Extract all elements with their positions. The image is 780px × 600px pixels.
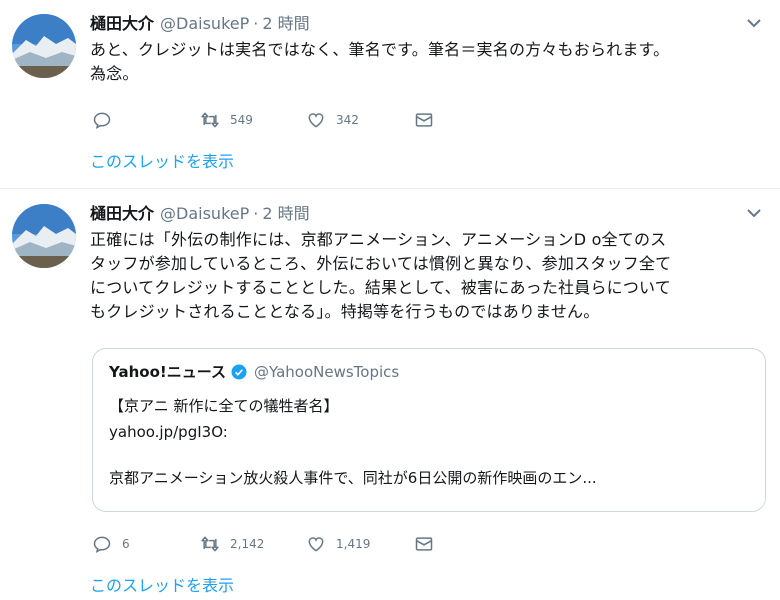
reply-button[interactable] xyxy=(92,108,122,132)
user-handle[interactable]: @DaisukeP xyxy=(160,14,249,33)
like-icon xyxy=(306,534,326,554)
reply-icon xyxy=(92,534,112,554)
tweet-text-line: もクレジットされることとなる」。特掲等を行うものではありません。 xyxy=(90,302,600,321)
like-count: 1,419 xyxy=(336,537,371,551)
tweet-header: 樋田大介 @DaisukeP · 2 時間 xyxy=(90,12,310,36)
tweet-text-line: あと、クレジットは実名ではなく、筆名です。筆名＝実名の方々もおられます。 xyxy=(90,40,670,59)
retweet-count: 549 xyxy=(230,113,253,127)
message-icon xyxy=(414,110,434,130)
retweet-count: 2,142 xyxy=(230,537,265,551)
like-icon xyxy=(306,110,326,130)
show-thread-link[interactable]: このスレッドを表示 xyxy=(90,148,234,172)
tweet-actions: 549 342 xyxy=(92,108,452,132)
quoted-user-handle: @YahooNewsTopics xyxy=(254,362,400,381)
reply-icon xyxy=(92,110,112,130)
tweet-text-line: についてクレジットすることとした。結果として、被害にあった社員らについて xyxy=(90,278,671,297)
verified-icon xyxy=(231,364,247,379)
quoted-tweet-link: yahoo.jp/pgI3O: xyxy=(109,423,228,441)
quoted-tweet-headline: 【京アニ 新作に全ての犠牲者名】 xyxy=(109,397,339,415)
separator-dot: · xyxy=(253,14,259,33)
retweet-icon xyxy=(200,534,220,554)
reply-button[interactable]: 6 xyxy=(92,532,130,556)
tweet[interactable]: 樋田大介 @DaisukeP · 2 時間 あと、クレジットは実名ではなく、筆名です。… xyxy=(0,0,780,190)
retweet-icon xyxy=(200,110,220,130)
tweet-text: あと、クレジットは実名ではなく、筆名です。筆名＝実名の方々もおられます。 為念。 xyxy=(90,38,766,86)
like-button[interactable]: 1,419 xyxy=(306,532,370,556)
timestamp[interactable]: 2 時間 xyxy=(262,14,309,33)
avatar[interactable] xyxy=(12,14,76,78)
retweet-button[interactable]: 549 xyxy=(200,108,253,132)
message-icon xyxy=(414,534,434,554)
like-count: 342 xyxy=(336,113,359,127)
user-name[interactable]: 樋田大介 xyxy=(90,204,154,223)
timestamp[interactable]: 2 時間 xyxy=(262,204,309,223)
show-thread-link[interactable]: このスレッドを表示 xyxy=(90,572,234,596)
chevron-down-icon[interactable] xyxy=(746,16,762,30)
chevron-down-icon[interactable] xyxy=(746,206,762,220)
quoted-tweet-header: Yahoo!ニュース @YahooNewsTopics xyxy=(109,361,399,382)
avatar[interactable] xyxy=(12,204,76,268)
message-button[interactable] xyxy=(414,532,444,556)
avatar-image xyxy=(12,204,76,268)
like-button[interactable]: 342 xyxy=(306,108,359,132)
quoted-user-name: Yahoo!ニュース xyxy=(109,363,226,381)
separator-dot: · xyxy=(253,204,259,223)
tweet-divider xyxy=(0,188,780,189)
avatar-image xyxy=(12,14,76,78)
reply-count: 6 xyxy=(122,537,130,551)
message-button[interactable] xyxy=(414,108,444,132)
tweet-text-line: 為念。 xyxy=(90,64,139,83)
tweet-text-line: タッフが参加しているところ、外伝においては慣例と異なり、参加スタッフ全て xyxy=(90,254,672,273)
user-name[interactable]: 樋田大介 xyxy=(90,14,154,33)
tweet[interactable]: 樋田大介 @DaisukeP · 2 時間 正確には「外伝の制作には、京都アニメーショ… xyxy=(0,190,780,600)
tweet-text: 正確には「外伝の制作には、京都アニメーション、アニメーションD o全てのス タッ… xyxy=(90,228,766,324)
tweet-text-line: 正確には「外伝の制作には、京都アニメーション、アニメーションD o全てのス xyxy=(90,230,667,249)
user-handle[interactable]: @DaisukeP xyxy=(160,204,249,223)
quoted-tweet-body: 京都アニメーション放火殺人事件で、同社が6日公開の新作映画のエン... xyxy=(109,469,597,487)
tweet-header: 樋田大介 @DaisukeP · 2 時間 xyxy=(90,202,310,226)
tweet-actions: 6 2,142 1,419 xyxy=(92,532,452,556)
quoted-tweet[interactable]: Yahoo!ニュース @YahooNewsTopics 【京アニ 新作に全ての犠… xyxy=(92,348,766,512)
retweet-button[interactable]: 2,142 xyxy=(200,532,264,556)
